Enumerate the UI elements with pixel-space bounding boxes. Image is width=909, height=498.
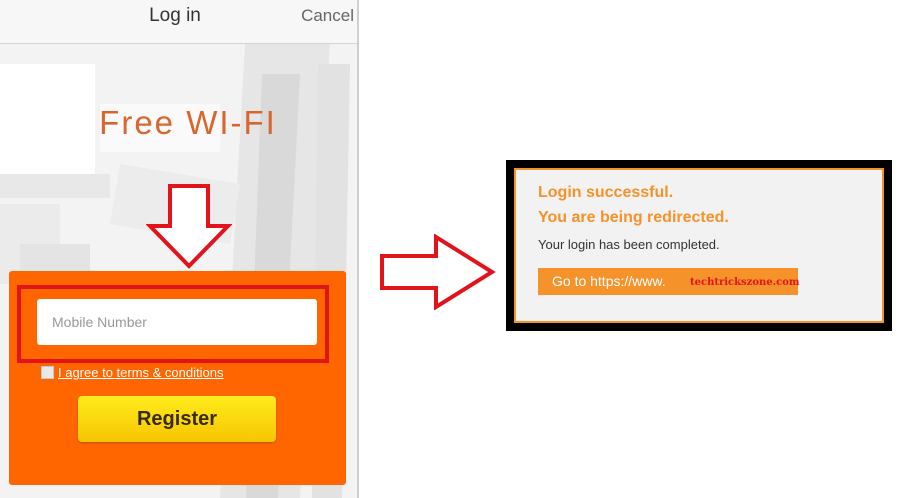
goto-label: Go to https://www.	[552, 273, 666, 289]
page-title: Log in	[149, 5, 201, 26]
goto-link-button[interactable]: Go to https://www. techtrickszone.com	[538, 268, 800, 295]
panel-divider	[357, 0, 359, 498]
completion-message: Your login has been completed.	[538, 237, 720, 252]
terms-checkbox[interactable]	[41, 366, 54, 379]
hero-title: Free WI-FI	[99, 104, 277, 141]
input-highlight-box	[17, 285, 329, 363]
right-arrow-icon	[380, 234, 496, 310]
domain-watermark: techtrickszone.com	[690, 277, 800, 288]
redirect-notice: You are being redirected.	[538, 209, 729, 226]
login-screen: Log in Cancel Free WI-FI I agree to term…	[0, 0, 358, 498]
register-button[interactable]: Register	[78, 396, 276, 442]
terms-link[interactable]: I agree to terms & conditions	[58, 365, 223, 380]
success-title: Login successful.	[538, 184, 674, 201]
success-dialog: Login successful. You are being redirect…	[506, 160, 892, 331]
top-bar: Log in Cancel	[0, 0, 358, 44]
cancel-button[interactable]: Cancel	[301, 6, 354, 26]
success-panel: Login successful. You are being redirect…	[514, 168, 884, 323]
down-arrow-icon	[146, 184, 232, 269]
